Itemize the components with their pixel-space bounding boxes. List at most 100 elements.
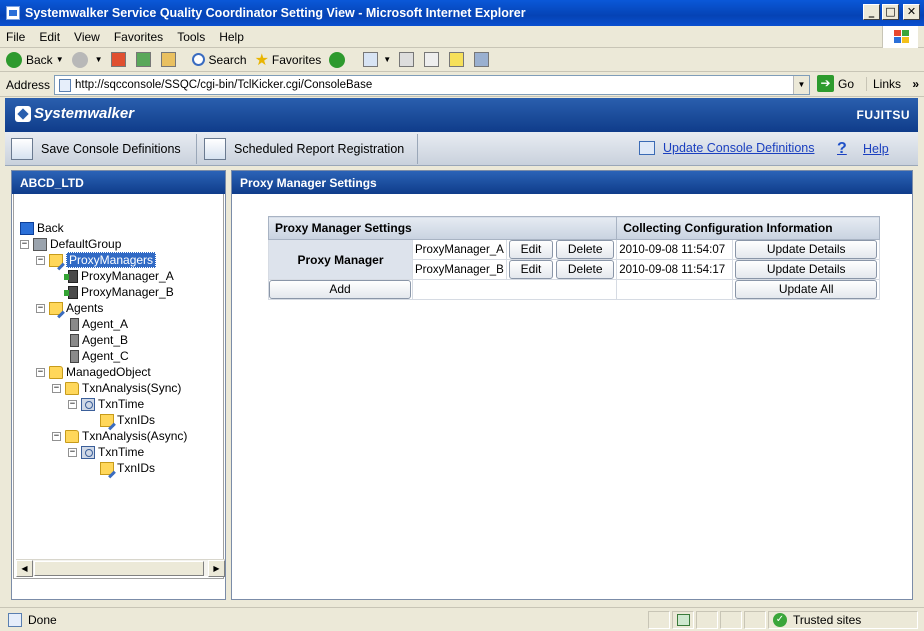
delete-button[interactable]: Delete (556, 240, 615, 259)
address-label: Address (6, 77, 51, 92)
address-dropdown-icon[interactable]: ▼ (793, 76, 809, 94)
tree-node-agent-b[interactable]: Agent_B (70, 332, 128, 348)
messenger-button[interactable] (474, 52, 491, 67)
update-console-definitions-label: Update Console Definitions (663, 141, 815, 155)
menu-edit[interactable]: Edit (39, 30, 60, 44)
scroll-left-icon[interactable]: ◀ (16, 560, 33, 577)
tree-view: Back − DefaultGroup − ProxyManagers Prox… (13, 194, 225, 579)
back-dropdown-icon[interactable]: ▼ (56, 55, 64, 64)
tree-node-proxymanager-b[interactable]: ProxyManager_B (64, 284, 174, 300)
favorites-button[interactable]: ★ Favorites (255, 50, 322, 70)
tree-node-txnanalysis-async[interactable]: − TxnAnalysis(Async) (52, 428, 187, 444)
home-button[interactable] (160, 52, 178, 67)
edit-button[interactable]: Edit (509, 260, 553, 279)
tree-node-txnanalysis-sync[interactable]: − TxnAnalysis(Sync) (52, 380, 181, 396)
edit-button[interactable]: Edit (509, 240, 553, 259)
tree-node-txnids-sync[interactable]: TxnIDs (100, 412, 155, 428)
stop-button[interactable] (110, 52, 128, 67)
forward-button[interactable]: ▼ (71, 51, 103, 68)
search-button[interactable]: Search (191, 53, 247, 67)
collapse-icon[interactable]: − (20, 239, 29, 249)
security-zone[interactable]: ✓ Trusted sites (768, 611, 918, 629)
collapse-icon[interactable]: − (52, 431, 61, 441)
collapse-icon[interactable]: − (36, 255, 45, 265)
menu-file[interactable]: File (6, 30, 25, 44)
tree-node-managedobject[interactable]: − ManagedObject (36, 364, 151, 380)
collapse-icon[interactable]: − (36, 303, 45, 313)
chevron-right-icon: » (912, 77, 920, 91)
back-button[interactable]: Back ▼ (6, 51, 64, 68)
tree-node-txnids-async[interactable]: TxnIDs (100, 460, 155, 476)
windows-logo-icon (882, 26, 918, 48)
maximize-button[interactable]: □ (882, 4, 899, 20)
mail-icon (363, 52, 379, 67)
menu-view[interactable]: View (74, 30, 100, 44)
delete-button[interactable]: Delete (556, 260, 615, 279)
update-console-definitions-link[interactable]: Update Console Definitions (639, 141, 814, 155)
tree-node-proxymanagers[interactable]: − ProxyManagers (36, 252, 157, 268)
address-input[interactable]: http://sqcconsole/SSQC/cgi-bin/TclKicker… (54, 75, 810, 95)
tree-node-label: Back (37, 221, 64, 235)
minimize-button[interactable]: _ (863, 4, 880, 20)
status-segment (720, 611, 742, 629)
star-icon: ★ (254, 51, 269, 69)
go-button[interactable]: ➔ Go (817, 75, 854, 92)
history-icon (329, 51, 346, 68)
tree-node-agents[interactable]: − Agents (36, 300, 103, 316)
tree-node-proxymanager-a[interactable]: ProxyManager_A (64, 268, 174, 284)
help-icon: ? (837, 140, 847, 157)
tree-node-agent-a[interactable]: Agent_A (70, 316, 128, 332)
back-arrow-icon (6, 51, 22, 68)
help-link[interactable]: ? Help (837, 141, 889, 157)
collected-time: 2010-09-08 11:54:17 (616, 259, 734, 280)
update-details-button[interactable]: Update Details (735, 260, 878, 279)
edit-page-button[interactable] (424, 52, 441, 67)
print-button[interactable] (399, 52, 416, 67)
forward-dropdown-icon[interactable]: ▼ (95, 55, 103, 64)
tree-node-label: ProxyManager_B (81, 285, 174, 299)
scroll-thumb[interactable] (34, 561, 204, 576)
mail-dropdown-icon[interactable]: ▼ (383, 55, 391, 64)
close-button[interactable]: ✕ (903, 4, 920, 20)
collapse-icon[interactable]: − (68, 447, 77, 457)
save-console-definitions-label: Save Console Definitions (41, 142, 181, 156)
update-all-button[interactable]: Update All (735, 280, 878, 299)
proxy-manager-name: ProxyManager_A (412, 239, 507, 260)
trusted-sites-icon: ✓ (773, 613, 787, 627)
save-console-definitions-button[interactable]: Save Console Definitions (5, 134, 197, 164)
tree-node-defaultgroup[interactable]: − DefaultGroup (20, 236, 121, 252)
mail-button[interactable]: ▼ (363, 52, 391, 67)
search-icon (191, 53, 205, 66)
collapse-icon[interactable]: − (52, 383, 61, 393)
menu-favorites[interactable]: Favorites (114, 30, 163, 44)
collapse-icon[interactable]: − (36, 367, 45, 377)
tree-node-txntime-sync[interactable]: − TxnTime (68, 396, 144, 412)
agent-icon (70, 333, 79, 347)
discuss-button[interactable] (449, 52, 466, 67)
tree-node-label: TxnIDs (117, 413, 156, 427)
tree-node-back[interactable]: Back (20, 220, 64, 236)
horizontal-scrollbar[interactable]: ◀ ▶ (16, 559, 225, 577)
edit-page-icon (424, 52, 440, 67)
messenger-icon (474, 52, 490, 67)
transaction-time-icon (81, 445, 95, 459)
folder-settings-icon (100, 461, 114, 475)
tree-node-label: Agent_B (82, 333, 129, 347)
update-details-button[interactable]: Update Details (735, 240, 878, 259)
menu-help[interactable]: Help (219, 30, 244, 44)
add-button[interactable]: Add (269, 280, 411, 299)
transaction-time-icon (81, 397, 95, 411)
tree-node-txntime-async[interactable]: − TxnTime (68, 444, 144, 460)
refresh-button[interactable] (135, 52, 153, 67)
collapse-icon[interactable]: − (68, 399, 77, 409)
folder-icon (49, 365, 63, 379)
history-button[interactable] (329, 51, 349, 68)
menu-tools[interactable]: Tools (177, 30, 205, 44)
scheduled-report-label: Scheduled Report Registration (234, 142, 405, 156)
content-panel: Proxy Manager Settings Proxy Manager Set… (231, 170, 913, 600)
links-button[interactable]: Links » (866, 77, 919, 91)
scroll-right-icon[interactable]: ▶ (208, 560, 225, 577)
forward-arrow-icon (71, 51, 88, 68)
tree-node-agent-c[interactable]: Agent_C (70, 348, 129, 364)
scheduled-report-registration-button[interactable]: Scheduled Report Registration (198, 134, 418, 164)
